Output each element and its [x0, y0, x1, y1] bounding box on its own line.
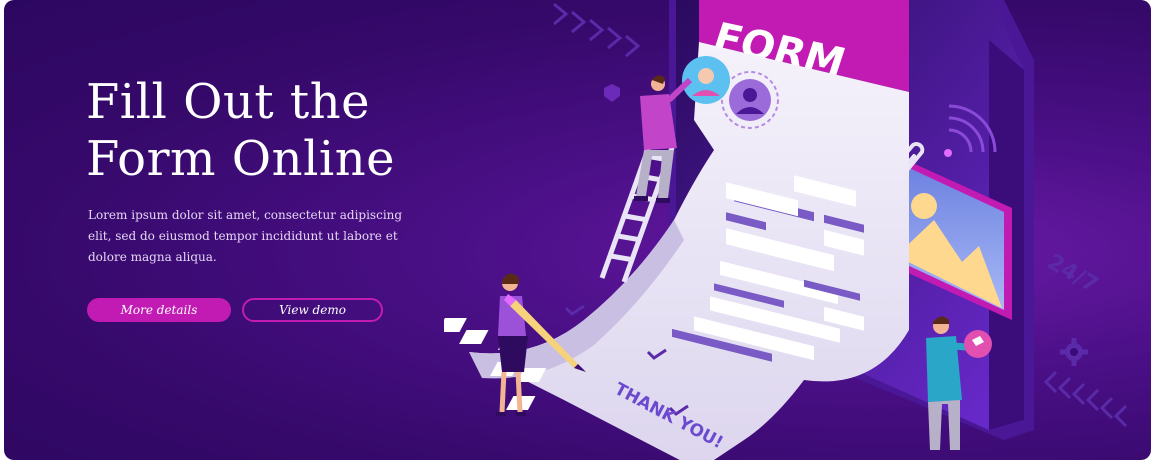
more-details-button[interactable]: More details — [87, 298, 231, 322]
chevron-decor-top — [553, 2, 641, 58]
hero-banner: Fill Out the Form Online Lorem ipsum dol… — [4, 0, 1151, 460]
chevron-decor-bottom — [1043, 370, 1128, 428]
form-illustration: 24/7 FORM THANK YOU! — [444, 0, 1128, 460]
camera-dot — [944, 149, 952, 157]
hero-description: Lorem ipsum dolor sit amet, consectetur … — [88, 208, 403, 264]
clock-badge: 24/7 — [1043, 250, 1102, 299]
hero-title-line2: Form Online — [86, 131, 396, 187]
view-demo-button[interactable]: View demo — [242, 298, 383, 322]
checkmark-icon — [564, 304, 585, 316]
hero-title-line1: Fill Out the — [86, 74, 371, 130]
hero-title: Fill Out the Form Online — [86, 74, 506, 188]
shield-icon — [604, 84, 620, 102]
gear-icon — [1060, 338, 1088, 366]
